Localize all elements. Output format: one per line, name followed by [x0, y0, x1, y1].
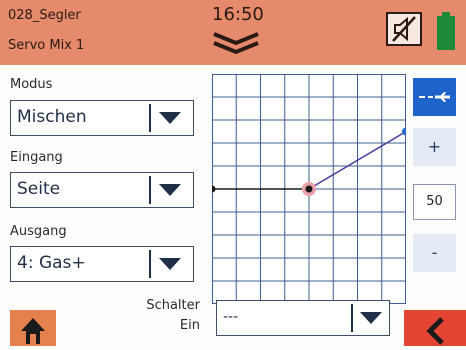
chevron-down-icon[interactable] — [212, 32, 260, 56]
dropdown-separator — [351, 304, 353, 332]
decrease-button[interactable]: - — [413, 234, 456, 272]
mute-button[interactable] — [386, 12, 422, 46]
battery-icon — [437, 12, 455, 50]
airplane-icon — [419, 92, 450, 102]
schalter-sublabel: Ein — [179, 318, 200, 333]
back-button[interactable] — [404, 310, 466, 346]
dropdown-separator — [149, 104, 151, 132]
dropdown-separator — [149, 250, 151, 278]
chevron-down-icon — [360, 312, 382, 324]
ausgang-value: 4: Gas+ — [17, 253, 86, 273]
chevron-down-icon — [159, 184, 181, 196]
eingang-dropdown[interactable]: Seite — [10, 172, 194, 208]
mix-value-field[interactable]: 50 — [413, 184, 456, 220]
page-title: Servo Mix 1 — [8, 38, 85, 53]
increase-button[interactable]: + — [413, 128, 456, 166]
schalter-label: Schalter — [146, 298, 200, 313]
eingang-value: Seite — [17, 179, 61, 199]
schalter-dropdown[interactable]: --- — [216, 300, 390, 336]
mix-curve-chart[interactable] — [212, 74, 406, 304]
chevron-down-icon — [159, 112, 181, 124]
modus-dropdown[interactable]: Mischen — [10, 100, 194, 136]
ausgang-dropdown[interactable]: 4: Gas+ — [10, 246, 194, 282]
dropdown-separator — [149, 176, 151, 204]
curve-point — [305, 185, 313, 193]
chevron-down-icon — [159, 258, 181, 270]
eingang-label: Eingang — [10, 150, 63, 165]
model-name: 028_Segler — [8, 8, 81, 23]
home-button[interactable] — [10, 310, 56, 346]
home-icon — [21, 318, 45, 344]
header-bar: 028_Segler Servo Mix 1 16:50 — [0, 0, 466, 65]
back-icon — [426, 317, 444, 345]
schalter-value: --- — [223, 309, 239, 325]
mute-icon — [392, 16, 416, 42]
modus-value: Mischen — [17, 107, 87, 127]
ausgang-label: Ausgang — [10, 224, 67, 239]
clock: 16:50 — [212, 4, 264, 25]
modus-label: Modus — [10, 77, 53, 92]
mode-toggle-button[interactable] — [413, 78, 456, 116]
